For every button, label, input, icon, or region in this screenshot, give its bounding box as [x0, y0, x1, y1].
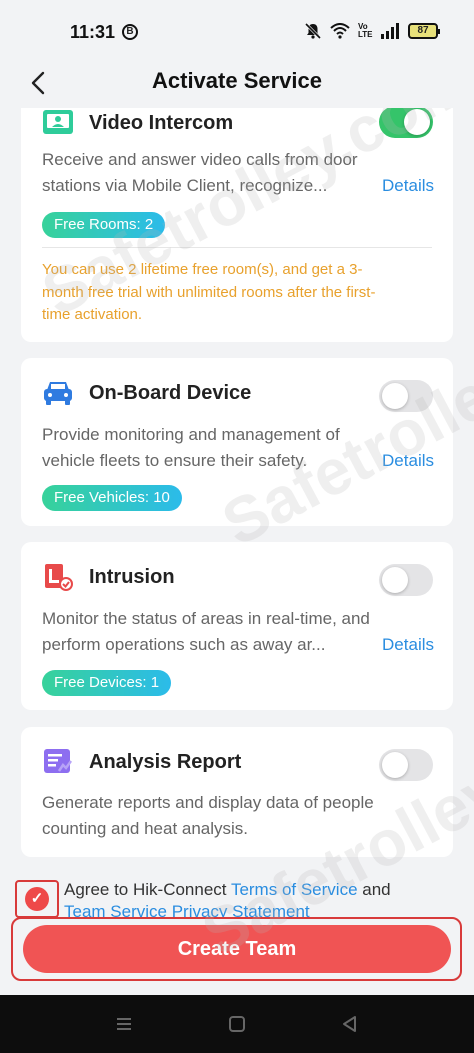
toggle-knob: [404, 109, 430, 135]
agreement-row: ✓ Agree to Hik-Connect Terms of Service …: [0, 870, 474, 921]
agree-checkbox[interactable]: ✓: [25, 887, 49, 911]
terms-of-service-link[interactable]: Terms of Service: [231, 880, 358, 899]
notification-b-icon: B: [122, 24, 138, 40]
service-card-video-intercom: Video Intercom Receive and answer video …: [21, 90, 453, 342]
description-line: perform operations such as away ar...: [42, 635, 326, 654]
card-title: Video Intercom: [89, 111, 234, 134]
intrusion-alarm-icon: [45, 564, 73, 591]
volte-icon: Vo LTE: [358, 22, 373, 39]
toggle-knob: [382, 567, 408, 593]
analysis-report-toggle[interactable]: [379, 749, 433, 781]
description-line: Generate reports and display data of peo…: [42, 793, 374, 812]
description-line: Receive and answer video calls from door: [42, 150, 358, 169]
card-title: Intrusion: [89, 565, 175, 588]
card-title: Analysis Report: [89, 750, 242, 773]
back-triangle-icon[interactable]: [340, 1015, 360, 1033]
status-icons: Vo LTE 87: [304, 22, 440, 40]
system-nav-bar: [0, 995, 474, 1053]
promo-line: You can use 2 lifetime free room(s), and…: [42, 261, 363, 278]
page-title: Activate Service: [152, 68, 322, 93]
home-icon[interactable]: [227, 1015, 247, 1033]
promo-text: You can use 2 lifetime free room(s), and…: [42, 259, 442, 327]
create-team-highlight: Create Team: [11, 917, 462, 981]
free-quota-badge: Free Devices: 1: [42, 670, 172, 696]
card-head: Analysis Report: [41, 747, 241, 777]
recent-apps-icon[interactable]: [114, 1015, 134, 1033]
card-description: Receive and answer video calls from door…: [42, 147, 434, 199]
promo-line: month free trial with unlimited rooms af…: [42, 283, 376, 301]
toggle-knob: [382, 752, 408, 778]
divider: [42, 247, 432, 248]
card-description: Generate reports and display data of peo…: [42, 790, 434, 842]
header: Activate Service: [0, 60, 474, 108]
free-quota-badge: Free Rooms: 2: [42, 212, 166, 238]
details-link[interactable]: Details: [382, 632, 434, 658]
details-link[interactable]: Details: [382, 173, 434, 199]
card-head: Video Intercom: [41, 108, 233, 138]
description-line: counting and heat analysis.: [42, 819, 249, 838]
video-intercom-toggle[interactable]: [379, 106, 433, 138]
on-board-device-toggle[interactable]: [379, 380, 433, 412]
description-line: Monitor the status of areas in real-time…: [42, 609, 370, 628]
battery-icon: 87: [408, 23, 440, 39]
promo-line: time activation.: [42, 306, 143, 323]
signal-icon: [381, 23, 399, 39]
description-line: stations via Mobile Client, recognize...: [42, 176, 328, 195]
analysis-report-icon: [44, 749, 73, 773]
free-quota-badge: Free Vehicles: 10: [42, 485, 182, 511]
car-icon: [44, 382, 72, 405]
card-description: Monitor the status of areas in real-time…: [42, 606, 434, 658]
service-card-on-board-device: On-Board Device Provide monitoring and m…: [21, 358, 453, 526]
description-line: vehicle fleets to ensure their safety.: [42, 451, 308, 470]
mute-bell-icon: [304, 22, 322, 40]
card-head: Intrusion: [41, 562, 175, 592]
agreement-prefix: Agree to Hik-Connect: [64, 880, 231, 899]
details-link[interactable]: Details: [382, 448, 434, 474]
status-time: 11:31: [70, 22, 116, 42]
card-description: Provide monitoring and management of veh…: [42, 422, 434, 474]
agreement-and: and: [357, 880, 391, 899]
intrusion-toggle[interactable]: [379, 564, 433, 596]
wifi-icon: [330, 23, 350, 39]
video-intercom-icon: [43, 110, 73, 134]
create-team-button[interactable]: Create Team: [23, 925, 451, 973]
status-bar: 11:31 B Vo LTE 87: [0, 0, 474, 60]
description-line: Provide monitoring and management of: [42, 425, 340, 444]
card-title: On-Board Device: [89, 381, 252, 404]
toggle-knob: [382, 383, 408, 409]
service-card-intrusion: Intrusion Monitor the status of areas in…: [21, 542, 453, 710]
card-head: On-Board Device: [41, 378, 251, 408]
service-card-analysis-report: Analysis Report Generate reports and dis…: [21, 727, 453, 857]
